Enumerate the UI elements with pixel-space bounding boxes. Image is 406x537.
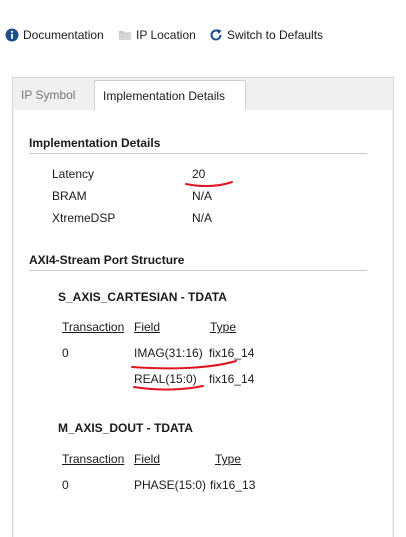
m-axis-header-type: Type bbox=[215, 452, 242, 466]
m-axis-row-type: fix16_13 bbox=[210, 478, 256, 492]
documentation-button[interactable]: Documentation bbox=[5, 26, 104, 44]
m-axis-header-transaction: Transaction bbox=[62, 452, 125, 466]
implementation-details-title: Implementation Details bbox=[29, 136, 161, 150]
switch-to-defaults-label: Switch to Defaults bbox=[227, 28, 324, 42]
m-axis-row-transaction: 0 bbox=[62, 478, 69, 492]
m-axis-title: M_AXIS_DOUT - TDATA bbox=[58, 421, 193, 435]
s-axis-row-transaction: 0 bbox=[62, 346, 69, 360]
xtremedsp-label: XtremeDSP bbox=[52, 211, 116, 225]
ip-location-button[interactable]: IP Location bbox=[118, 26, 196, 44]
tab-implementation-details[interactable]: Implementation Details bbox=[94, 80, 246, 110]
switch-to-defaults-button[interactable]: Switch to Defaults bbox=[209, 26, 323, 44]
info-icon bbox=[5, 28, 19, 42]
s-axis-row-type: fix16_14 bbox=[209, 372, 255, 386]
latency-value: 20 bbox=[192, 167, 206, 181]
refresh-icon bbox=[210, 29, 222, 41]
s-axis-header-field: Field bbox=[134, 320, 161, 334]
divider bbox=[29, 270, 367, 271]
m-axis-row-field: PHASE(15:0) bbox=[134, 478, 207, 492]
divider bbox=[29, 153, 367, 154]
s-axis-row-field: IMAG(31:16) bbox=[134, 346, 203, 360]
s-axis-row-type: fix16_14 bbox=[209, 346, 255, 360]
xtremedsp-value: N/A bbox=[192, 211, 213, 225]
s-axis-row-field: REAL(15:0) bbox=[134, 372, 197, 386]
s-axis-title: S_AXIS_CARTESIAN - TDATA bbox=[58, 290, 227, 304]
bram-label: BRAM bbox=[52, 189, 87, 203]
s-axis-header-transaction: Transaction bbox=[62, 320, 125, 334]
axi-stream-title: AXI4-Stream Port Structure bbox=[29, 253, 185, 267]
bram-value: N/A bbox=[192, 189, 213, 203]
toolbar: Documentation IP Location Switch to Defa… bbox=[0, 0, 406, 70]
tab-ip-symbol[interactable]: IP Symbol bbox=[13, 80, 93, 110]
s-axis-header-type: Type bbox=[210, 320, 237, 334]
ip-location-label: IP Location bbox=[136, 28, 196, 42]
m-axis-header-field: Field bbox=[134, 452, 161, 466]
folder-icon bbox=[119, 31, 131, 40]
implementation-details-panel: Implementation Details Latency 20 BRAM N… bbox=[14, 110, 392, 537]
documentation-label: Documentation bbox=[23, 28, 104, 42]
latency-label: Latency bbox=[52, 167, 95, 181]
